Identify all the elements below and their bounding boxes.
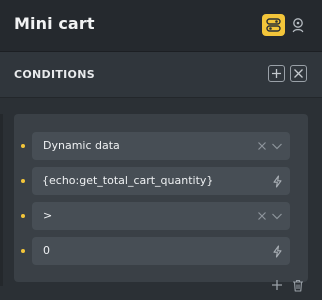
dynamic-data-bolt-icon[interactable] xyxy=(272,174,283,188)
add-row-button[interactable] xyxy=(270,278,284,292)
delete-group-button[interactable] xyxy=(291,278,305,292)
top-bar: Mini cart xyxy=(0,0,322,52)
condition-row-dynamic-data[interactable]: Dynamic data xyxy=(21,132,290,160)
toggle-icon xyxy=(266,18,281,32)
page-title: Mini cart xyxy=(14,14,95,33)
condition-row-dynamic-tag[interactable]: {echo:get_total_cart_quantity} xyxy=(21,167,290,195)
conditions-header: CONDITIONS xyxy=(0,52,322,98)
condition-group: Dynamic data {echo:get_total_cart_quanti… xyxy=(14,114,308,282)
value-input[interactable]: 0 xyxy=(43,244,50,257)
remove-conditions-button[interactable] xyxy=(290,65,307,82)
chevron-down-icon[interactable] xyxy=(271,211,283,221)
plus-icon xyxy=(272,69,281,78)
toggle-mode-button[interactable] xyxy=(262,14,285,36)
user-icon xyxy=(292,18,304,33)
dynamic-data-bolt-icon[interactable] xyxy=(272,244,283,258)
condition-row-operator[interactable]: > xyxy=(21,202,290,230)
clear-icon[interactable] xyxy=(257,141,267,151)
scroll-edge xyxy=(0,114,3,286)
dynamic-tag-input[interactable]: {echo:get_total_cart_quantity} xyxy=(42,174,213,187)
plus-icon xyxy=(272,280,282,290)
close-icon xyxy=(294,69,303,78)
trash-icon xyxy=(293,279,303,292)
add-condition-button[interactable] xyxy=(268,65,285,82)
condition-select-value: Dynamic data xyxy=(43,139,120,152)
chevron-down-icon[interactable] xyxy=(271,141,283,151)
row-marker xyxy=(21,144,25,148)
condition-row-value[interactable]: 0 xyxy=(21,237,290,265)
conditions-title: CONDITIONS xyxy=(14,68,95,81)
row-marker xyxy=(21,214,25,218)
operator-select-value: > xyxy=(43,209,53,222)
row-marker xyxy=(21,249,25,253)
row-marker xyxy=(21,179,25,183)
user-button[interactable] xyxy=(289,14,307,36)
clear-icon[interactable] xyxy=(257,211,267,221)
